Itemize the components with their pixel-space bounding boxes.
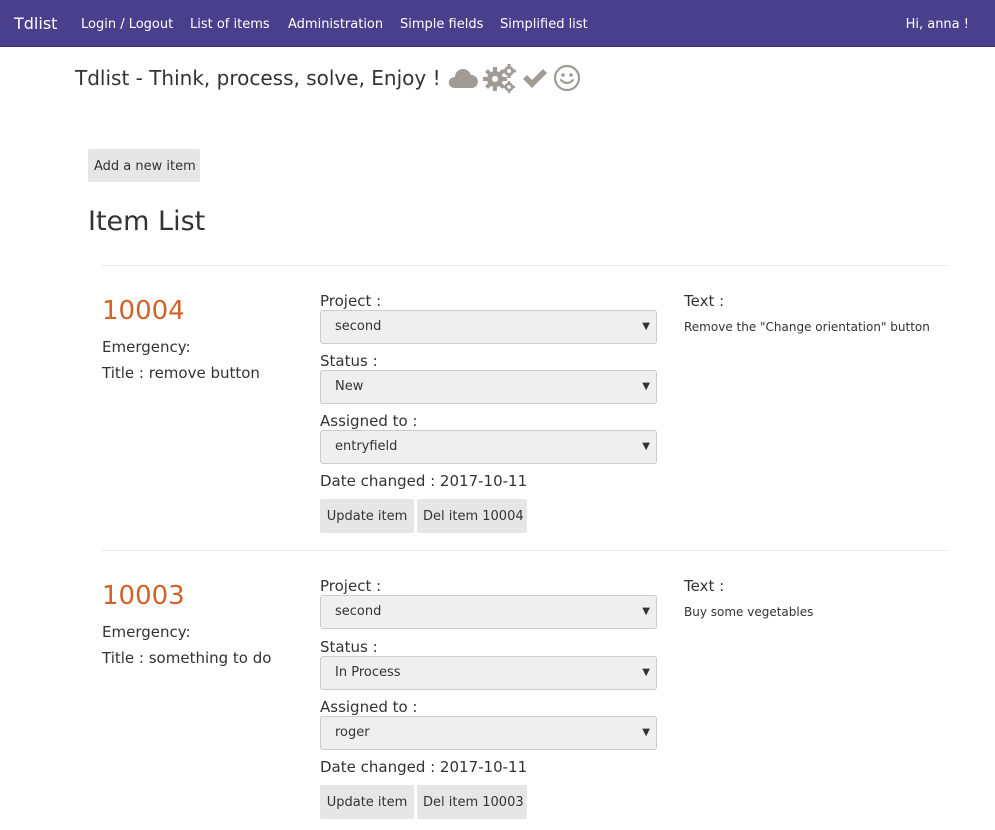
project-value: second — [335, 604, 382, 619]
update-item-button[interactable]: Update item — [320, 785, 414, 819]
delete-item-button[interactable]: Del item 10003 — [417, 785, 527, 819]
assigned-value: roger — [335, 725, 370, 740]
assigned-value: entryfield — [335, 439, 398, 454]
page-tagline: Tdlist - Think, process, solve, Enjoy ! — [75, 63, 581, 93]
item-id: 10003 — [102, 581, 185, 611]
assigned-select[interactable]: entryfield ▼ — [320, 430, 657, 464]
cloud-icon — [448, 69, 478, 88]
text-label: Text : — [684, 292, 725, 310]
item-emergency: Emergency: — [102, 338, 191, 356]
divider — [102, 265, 948, 266]
item-emergency: Emergency: — [102, 623, 191, 641]
nav-administration[interactable]: Administration — [288, 17, 383, 32]
item-text: Remove the "Change orientation" button — [684, 320, 930, 334]
update-item-button[interactable]: Update item — [320, 499, 414, 533]
list-item: 10004 Emergency: Title : remove button P… — [0, 276, 995, 536]
project-label: Project : — [320, 577, 382, 595]
assigned-select[interactable]: roger ▼ — [320, 716, 657, 750]
status-label: Status : — [320, 638, 378, 656]
user-greeting[interactable]: Hi, anna ! — [906, 17, 969, 32]
dropdown-arrow-icon: ▼ — [642, 381, 650, 392]
item-text: Buy some vegetables — [684, 605, 814, 619]
project-label: Project : — [320, 292, 382, 310]
tagline-icons — [447, 63, 581, 93]
check-icon — [522, 69, 547, 88]
nav-list-of-items[interactable]: List of items — [190, 17, 270, 32]
text-label: Text : — [684, 577, 725, 595]
nav-simple-fields[interactable]: Simple fields — [400, 17, 483, 32]
tagline-text: Tdlist - Think, process, solve, Enjoy ! — [75, 66, 441, 90]
item-id: 10004 — [102, 296, 185, 326]
divider — [102, 550, 948, 551]
date-changed: Date changed : 2017-10-11 — [320, 472, 528, 490]
nav-login-logout[interactable]: Login / Logout — [81, 17, 173, 32]
status-label: Status : — [320, 352, 378, 370]
project-select[interactable]: second ▼ — [320, 595, 657, 629]
smiley-icon — [553, 64, 580, 92]
date-changed: Date changed : 2017-10-11 — [320, 758, 528, 776]
assigned-label: Assigned to : — [320, 412, 418, 430]
dropdown-arrow-icon: ▼ — [642, 727, 650, 738]
item-title: Title : something to do — [102, 649, 272, 667]
top-navbar: Tdlist Login / Logout List of items Admi… — [0, 0, 995, 47]
gears-icon — [482, 64, 516, 93]
delete-item-button[interactable]: Del item 10004 — [417, 499, 527, 533]
add-item-button[interactable]: Add a new item — [88, 149, 200, 182]
item-list-title: Item List — [88, 206, 206, 237]
dropdown-arrow-icon: ▼ — [642, 441, 650, 452]
nav-brand[interactable]: Tdlist — [14, 14, 57, 33]
item-title: Title : remove button — [102, 364, 260, 382]
status-select[interactable]: In Process ▼ — [320, 656, 657, 690]
nav-simplified-list[interactable]: Simplified list — [500, 17, 588, 32]
status-value: In Process — [335, 665, 401, 680]
dropdown-arrow-icon: ▼ — [642, 606, 650, 617]
assigned-label: Assigned to : — [320, 698, 418, 716]
status-value: New — [335, 379, 364, 394]
dropdown-arrow-icon: ▼ — [642, 667, 650, 678]
dropdown-arrow-icon: ▼ — [642, 321, 650, 332]
list-item: 10003 Emergency: Title : something to do… — [0, 561, 995, 821]
project-select[interactable]: second ▼ — [320, 310, 657, 344]
project-value: second — [335, 319, 382, 334]
status-select[interactable]: New ▼ — [320, 370, 657, 404]
